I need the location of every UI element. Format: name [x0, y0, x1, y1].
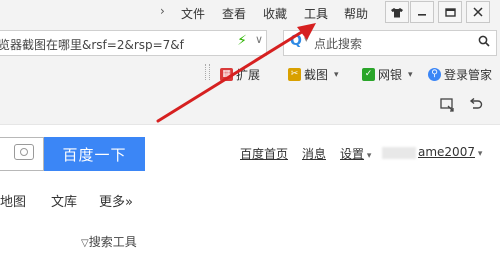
baidu-search-button[interactable]: 百度一下 [44, 137, 145, 171]
screenshot-button[interactable]: ✂ 截图 ▾ [288, 66, 339, 83]
filter-icon: ▽ [81, 238, 89, 249]
lightning-icon[interactable]: ⚡ [235, 33, 249, 51]
address-input[interactable]: 览器截图在哪里&rsf=2&rsp=7&f [0, 30, 267, 56]
search-engine-icon[interactable]: Q [290, 33, 302, 49]
user-menu[interactable]: ame2007 ▾ [382, 145, 482, 159]
search-tools-label: 搜索工具 [88, 235, 137, 249]
extensions-label: 扩展 [236, 68, 261, 82]
tab-map[interactable]: 地图 [0, 191, 26, 210]
search-icon[interactable] [478, 35, 490, 50]
menu-tools[interactable]: 工具 [304, 5, 328, 22]
tool-row [0, 96, 500, 118]
browser-chrome: › 文件 查看 收藏 工具 帮助 览器截图在哪里&rsf=2&rsp=7&f ⚡… [0, 0, 500, 124]
login-manager-button[interactable]: ⚲ 登录管家 [428, 66, 492, 83]
username-redaction [382, 146, 416, 159]
menu-chevron-icon[interactable]: › [160, 4, 165, 18]
bank-label: 网银 [378, 68, 403, 82]
chevron-down-icon[interactable]: ▾ [334, 70, 339, 80]
close-button[interactable] [466, 1, 490, 23]
menu-view[interactable]: 查看 [222, 5, 246, 22]
page-content: 百度一下 百度首页 消息 设置 ▾ ame2007 ▾ 地图 文库 更多» ▽搜… [0, 124, 500, 253]
address-row: 览器截图在哪里&rsf=2&rsp=7&f ⚡ ∨ Q ▾ 点此搜索 [0, 30, 500, 56]
address-dropdown-icon[interactable]: ∨ [255, 33, 263, 46]
login-manager-label: 登录管家 [444, 68, 493, 82]
address-text: 览器截图在哪里&rsf=2&rsp=7&f [0, 38, 184, 52]
tab-more[interactable]: 更多» [99, 191, 133, 210]
puzzle-icon: ▦ [220, 68, 233, 81]
scissors-icon: ✂ [288, 68, 301, 81]
menu-favorites[interactable]: 收藏 [263, 5, 287, 22]
restore-icon [444, 8, 456, 17]
settings-link[interactable]: 设置 ▾ [340, 145, 371, 162]
extensions-button[interactable]: ▦ 扩展 [220, 66, 260, 83]
minimize-button[interactable] [410, 1, 434, 23]
search-input[interactable]: Q ▾ 点此搜索 [283, 30, 497, 56]
skin-button[interactable] [385, 1, 409, 23]
screenshot-label: 截图 [304, 68, 329, 82]
minimize-icon [418, 14, 426, 16]
restore-button[interactable] [438, 1, 462, 23]
page-search-input[interactable] [0, 137, 44, 171]
camera-icon[interactable] [14, 144, 34, 160]
chevron-down-icon[interactable]: ▾ [408, 70, 413, 80]
undo-icon[interactable] [468, 97, 483, 116]
screenshot-tool-icon[interactable] [440, 98, 455, 116]
search-engine-dropdown-icon[interactable]: ▾ [304, 35, 309, 45]
search-placeholder: 点此搜索 [314, 37, 363, 51]
toolbar-grip [205, 64, 210, 80]
close-icon [473, 7, 483, 17]
messages-link[interactable]: 消息 [302, 145, 326, 162]
settings-label: 设置 [340, 147, 365, 161]
extensions-bar: ▦ 扩展 ✂ 截图 ▾ ✓ 网银 ▾ ⚲ 登录管家 [0, 62, 500, 84]
menu-bar: › 文件 查看 收藏 工具 帮助 [0, 0, 500, 24]
tab-wenku[interactable]: 文库 [51, 191, 77, 210]
shirt-icon [391, 7, 403, 17]
menu-help[interactable]: 帮助 [344, 5, 368, 22]
bank-button[interactable]: ✓ 网银 ▾ [362, 66, 413, 83]
baidu-home-link[interactable]: 百度首页 [240, 145, 288, 162]
search-tools-button[interactable]: ▽搜索工具 [81, 233, 137, 250]
shield-icon: ✓ [362, 68, 375, 81]
menu-file[interactable]: 文件 [181, 5, 205, 22]
key-icon: ⚲ [428, 68, 441, 81]
username: ame2007 [418, 145, 475, 159]
